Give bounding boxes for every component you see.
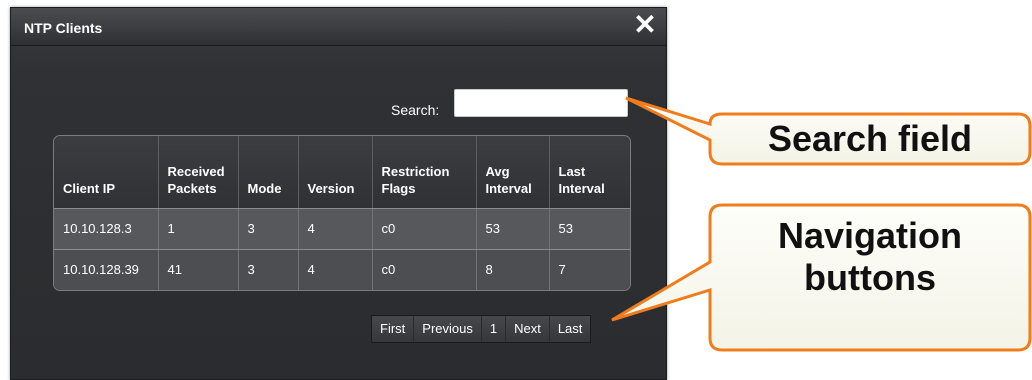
callout-graphics: [611, 96, 1032, 352]
navigation-callout-label: Navigation buttons: [722, 215, 1018, 299]
navigation-callout-line1: Navigation: [777, 215, 963, 256]
search-callout-label: Search field: [767, 118, 973, 159]
navigation-callout-line2: buttons: [804, 257, 936, 298]
